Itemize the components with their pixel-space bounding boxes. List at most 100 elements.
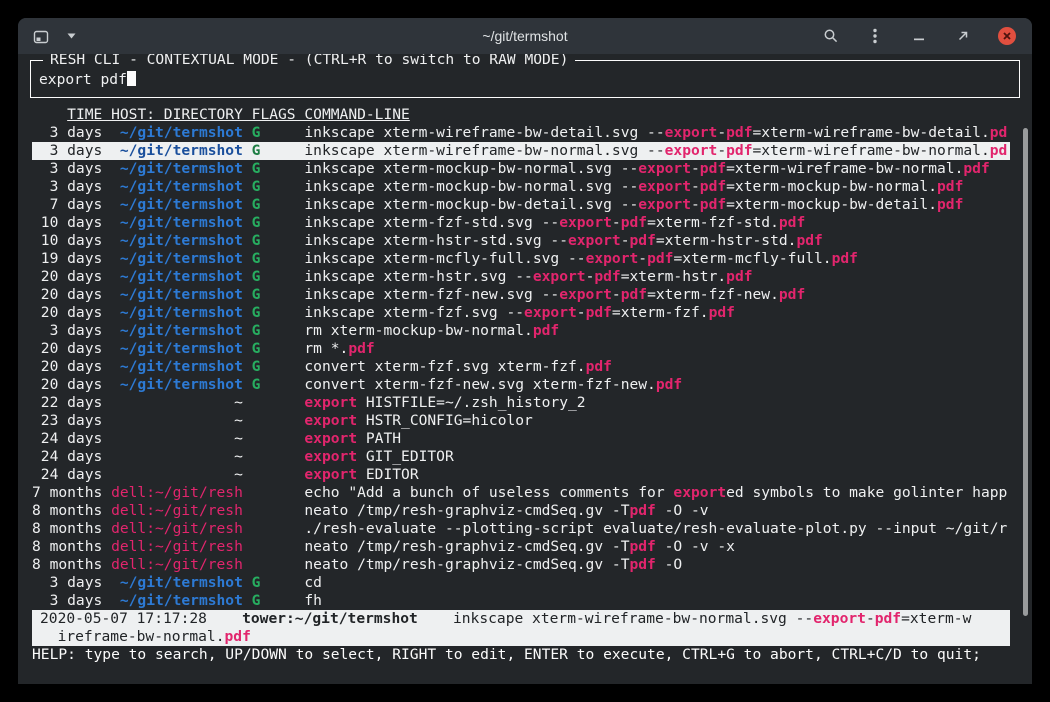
row-command: cd [304,574,322,591]
row-command: export EDITOR [304,466,418,483]
row-flags: G [252,286,305,303]
history-row[interactable]: 3 days ~/git/termshot G fh [32,592,1010,610]
tab-dropdown-caret[interactable] [62,27,80,45]
row-time: 19 days [32,250,111,267]
history-row[interactable]: 19 days ~/git/termshot G inkscape xterm-… [32,250,1010,268]
row-host-directory: ~/git/termshot [111,178,252,195]
row-time: 10 days [32,232,111,249]
row-host-directory: ~ [111,466,252,483]
history-row[interactable]: 7 months dell:~/git/resh echo "Add a bun… [32,484,1010,502]
row-time: 20 days [32,340,111,357]
history-row[interactable]: 20 days ~/git/termshot G convert xterm-f… [32,358,1010,376]
row-time: 8 months [32,556,111,573]
history-row[interactable]: 3 days ~/git/termshot G inkscape xterm-m… [32,160,1010,178]
row-command: inkscape xterm-mcfly-full.svg --export-p… [304,250,858,267]
row-host-directory: ~ [111,448,252,465]
row-flags [252,412,305,429]
row-command: export PATH [304,430,401,447]
history-row[interactable]: 20 days ~/git/termshot G inkscape xterm-… [32,268,1010,286]
row-flags [252,448,305,465]
history-row[interactable]: 8 months dell:~/git/resh neato /tmp/resh… [32,556,1010,574]
row-host-directory: ~/git/termshot [111,340,252,357]
row-time: 24 days [32,448,111,465]
resh-search-box: RESH CLI - CONTEXTUAL MODE - (CTRL+R to … [30,60,1020,98]
row-command: inkscape xterm-hstr-std.svg --export-pdf… [304,232,822,249]
minimize-icon[interactable] [910,27,928,45]
row-command: convert xterm-fzf-new.svg xterm-fzf-new.… [304,376,682,393]
row-host-directory: ~/git/termshot [111,160,252,177]
row-command: inkscape xterm-wireframe-bw-normal.svg -… [304,142,1007,159]
history-row[interactable]: 24 days ~ export EDITOR [32,466,1010,484]
row-host-directory: ~/git/termshot [111,196,252,213]
row-command: neato /tmp/resh-graphviz-cmdSeq.gv -Tpdf… [304,538,735,555]
history-row[interactable]: 3 days ~/git/termshot G rm xterm-mockup-… [32,322,1010,340]
row-host-directory: ~/git/termshot [111,358,252,375]
row-host-directory: dell:~/git/resh [111,484,252,501]
scrollbar[interactable] [1023,128,1028,616]
history-row[interactable]: 23 days ~ export HSTR_CONFIG=hicolor [32,412,1010,430]
row-flags [252,484,305,501]
row-host-directory: ~ [111,430,252,447]
row-command: fh [304,592,322,609]
history-row[interactable]: 20 days ~/git/termshot G inkscape xterm-… [32,286,1010,304]
history-row[interactable]: 24 days ~ export GIT_EDITOR [32,448,1010,466]
search-input[interactable]: export pdf [39,71,1011,89]
row-flags [252,502,305,519]
selected-detail: 2020-05-07 17:17:28 tower:~/git/termshot… [32,610,1010,646]
history-row[interactable]: 10 days ~/git/termshot G inkscape xterm-… [32,232,1010,250]
row-host-directory: ~/git/termshot [111,286,252,303]
search-icon[interactable] [822,27,840,45]
row-host-directory: ~/git/termshot [111,574,252,591]
row-host-directory: ~/git/termshot [111,268,252,285]
history-row[interactable]: 22 days ~ export HISTFILE=~/.zsh_history… [32,394,1010,412]
table-header: TIME HOST: DIRECTORY FLAGS COMMAND-LINE [32,106,1010,124]
row-flags: G [252,322,305,339]
row-time: 3 days [32,574,111,591]
row-flags: G [252,214,305,231]
row-flags: G [252,592,305,609]
row-flags: G [252,124,305,141]
row-command: inkscape xterm-wireframe-bw-detail.svg -… [304,124,1007,141]
history-row[interactable]: 20 days ~/git/termshot G convert xterm-f… [32,376,1010,394]
row-time: 20 days [32,268,111,285]
history-row[interactable]: 24 days ~ export PATH [32,430,1010,448]
close-button[interactable] [998,27,1016,45]
row-flags: G [252,376,305,393]
history-row[interactable]: 3 days ~/git/termshot G inkscape xterm-w… [32,124,1010,142]
row-flags [252,520,305,537]
new-tab-icon[interactable] [32,27,50,45]
row-time: 7 days [32,196,111,213]
row-flags: G [252,304,305,321]
history-row[interactable]: 7 days ~/git/termshot G inkscape xterm-m… [32,196,1010,214]
row-command: export GIT_EDITOR [304,448,453,465]
menu-icon[interactable] [866,27,884,45]
row-time: 8 months [32,538,111,555]
row-command: export HSTR_CONFIG=hicolor [304,412,532,429]
row-flags: G [252,196,305,213]
titlebar[interactable]: ~/git/termshot [18,18,1032,54]
row-time: 23 days [32,412,111,429]
row-flags: G [252,340,305,357]
history-row[interactable]: 8 months dell:~/git/resh neato /tmp/resh… [32,502,1010,520]
history-row[interactable]: 8 months dell:~/git/resh ./resh-evaluate… [32,520,1010,538]
row-command: echo "Add a bunch of useless comments fo… [304,484,1007,501]
row-flags: G [252,268,305,285]
history-row[interactable]: 3 days ~/git/termshot G inkscape xterm-m… [32,178,1010,196]
row-time: 24 days [32,430,111,447]
row-command: rm *.pdf [304,340,374,357]
history-row[interactable]: 8 months dell:~/git/resh neato /tmp/resh… [32,538,1010,556]
terminal-content: RESH CLI - CONTEXTUAL MODE - (CTRL+R to … [18,54,1032,684]
history-row[interactable]: 3 days ~/git/termshot G inkscape xterm-w… [32,142,1010,160]
row-command: neato /tmp/resh-graphviz-cmdSeq.gv -Tpdf… [304,556,682,573]
row-flags [252,394,305,411]
row-host-directory: ~/git/termshot [111,322,252,339]
row-command: rm xterm-mockup-bw-normal.pdf [304,322,559,339]
history-row[interactable]: 20 days ~/git/termshot G rm *.pdf [32,340,1010,358]
history-row[interactable]: 20 days ~/git/termshot G inkscape xterm-… [32,304,1010,322]
history-row[interactable]: 10 days ~/git/termshot G inkscape xterm-… [32,214,1010,232]
restore-icon[interactable] [954,27,972,45]
history-list: TIME HOST: DIRECTORY FLAGS COMMAND-LINE … [32,106,1010,610]
history-row[interactable]: 3 days ~/git/termshot G cd [32,574,1010,592]
row-flags: G [252,574,305,591]
row-flags [252,556,305,573]
